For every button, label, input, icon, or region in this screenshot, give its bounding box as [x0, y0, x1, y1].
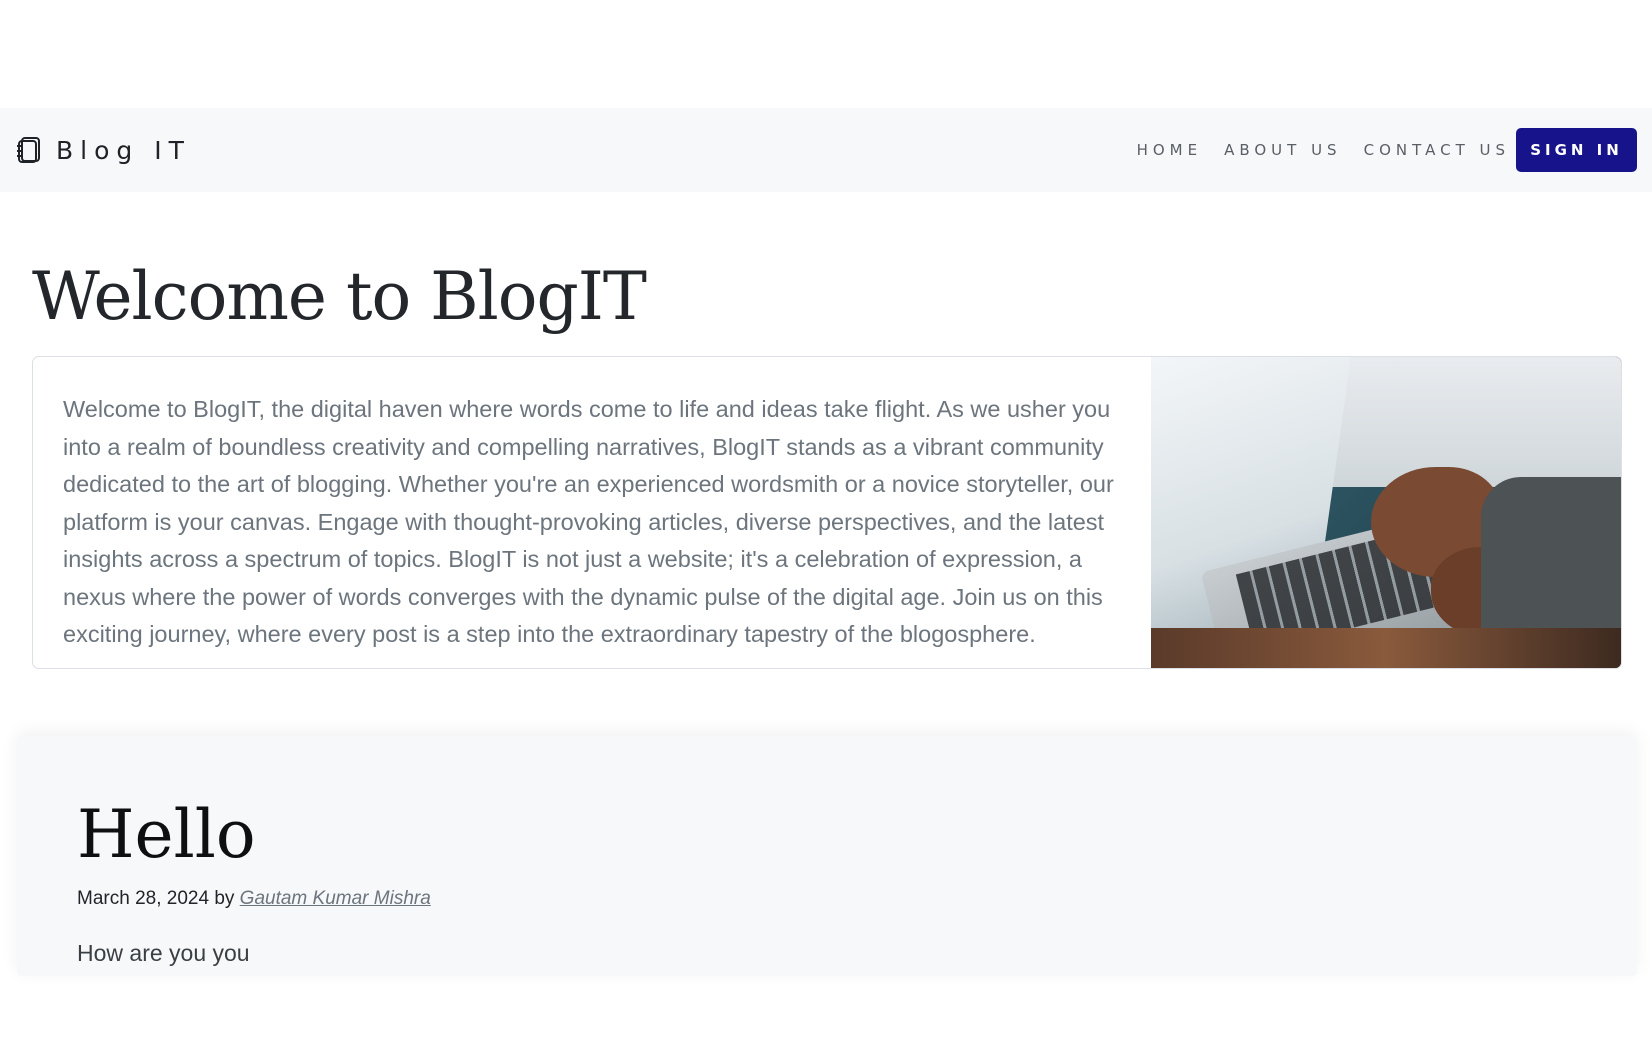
post-date: March 28, 2024	[77, 888, 210, 909]
hero-image	[1151, 357, 1621, 668]
sign-in-button[interactable]: SIGN IN	[1516, 128, 1637, 172]
post-title[interactable]: Hello	[77, 796, 256, 873]
post-excerpt: How are you you	[77, 940, 250, 966]
desk-shape	[1151, 628, 1621, 668]
page: Blog IT HOME ABOUT US CONTACT US SIGN IN…	[0, 0, 1652, 1049]
post-by-label: by	[214, 888, 235, 909]
navbar: Blog IT HOME ABOUT US CONTACT US SIGN IN	[0, 108, 1652, 192]
brand-name: Blog IT	[56, 135, 191, 165]
nav-link-home[interactable]: HOME	[1137, 141, 1203, 159]
hero-card: Welcome to BlogIT, the digital haven whe…	[32, 356, 1622, 669]
notebook-icon	[17, 137, 40, 163]
hero-title: Welcome to BlogIT	[32, 258, 647, 335]
nav-links: HOME ABOUT US CONTACT US SIGN IN	[1115, 128, 1637, 172]
post-meta: March 28, 2024 by Gautam Kumar Mishra	[77, 888, 431, 910]
nav-link-contact-us[interactable]: CONTACT US	[1364, 141, 1510, 159]
post-author-link[interactable]: Gautam Kumar Mishra	[240, 888, 431, 909]
nav-link-about-us[interactable]: ABOUT US	[1224, 141, 1342, 159]
hero-description: Welcome to BlogIT, the digital haven whe…	[63, 396, 1114, 647]
brand-link[interactable]: Blog IT	[16, 136, 191, 165]
post-card[interactable]: Hello March 28, 2024 by Gautam Kumar Mis…	[17, 736, 1637, 976]
